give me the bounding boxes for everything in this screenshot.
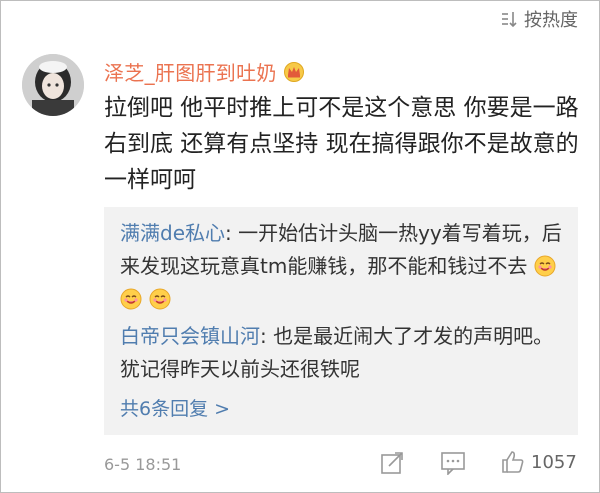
like-count: 1057 (531, 451, 577, 473)
reply-item: 白帝只会镇山河: 也是最近闹大了才发的声明吧。犹记得昨天以前头还很铁呢 (120, 320, 568, 386)
username-text: 泽芝_肝图肝到吐奶 (104, 61, 277, 85)
avatar-image (22, 54, 84, 116)
reply-username[interactable]: 白帝只会镇山河 (120, 324, 260, 348)
share-icon[interactable] (380, 451, 404, 475)
comment-text: 拉倒吧 他平时推上可不是这个意思 你要是一路右到底 还算有点坚持 现在搞得跟你不… (104, 95, 579, 193)
comment-timestamp: 6-5 18:51 (104, 455, 182, 474)
sort-label: 按热度 (524, 10, 578, 31)
like-button[interactable]: 1057 (501, 450, 577, 474)
comment-icon[interactable] (440, 451, 466, 475)
drool-emoji-icon (534, 255, 556, 277)
replies-panel: 满满de私心: 一开始估计头脑一热yy着写着玩，后来发现这玩意真tm能赚钱，那不… (104, 207, 578, 435)
sort-icon (502, 12, 517, 28)
reply-item: 满满de私心: 一开始估计头脑一热yy着写着玩，后来发现这玩意真tm能赚钱，那不… (120, 217, 568, 316)
thumbs-up-icon (502, 451, 524, 473)
user-avatar[interactable] (22, 54, 84, 116)
drool-emoji-icon (120, 288, 142, 310)
sort-by-heat-button[interactable]: 按热度 (500, 6, 578, 32)
crown-icon (283, 61, 304, 82)
view-all-replies-link[interactable]: 共6条回复 > (120, 394, 230, 421)
comment-username[interactable]: 泽芝_肝图肝到吐奶 (104, 57, 305, 86)
reply-username[interactable]: 满满de私心 (120, 221, 225, 245)
drool-emoji-icon (149, 288, 171, 310)
